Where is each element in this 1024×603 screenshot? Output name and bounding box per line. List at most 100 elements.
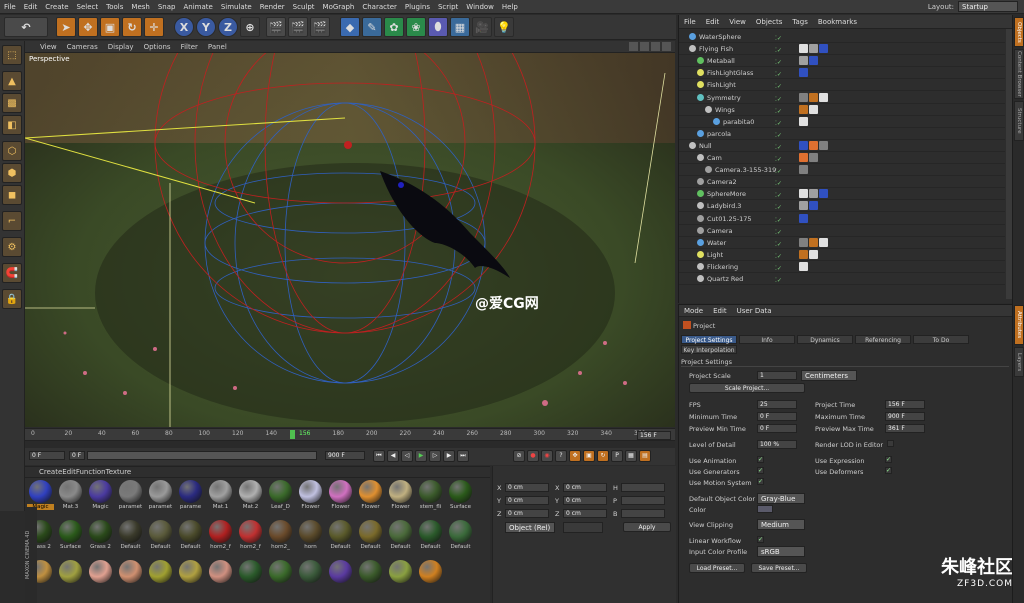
tag-icon[interactable] [799,140,808,150]
material-swatch[interactable] [237,560,264,593]
preview-max-field[interactable]: 361 F [885,424,925,433]
tag-icon[interactable] [809,104,818,114]
tag-icon[interactable] [819,92,828,102]
use-expression-checkbox[interactable]: ✓ [885,456,892,463]
visibility-flags[interactable]: ⁚✓ [775,190,787,199]
object-name[interactable]: WaterSphere [699,31,741,43]
material-swatch[interactable]: Default [357,520,384,553]
object-menu-bookmarks[interactable]: Bookmarks [813,18,862,26]
rot-b-field[interactable] [621,509,665,518]
tag-icon[interactable] [809,92,818,102]
menu-character[interactable]: Character [358,3,401,11]
object-row[interactable]: Camera2 ⁚✓ [679,176,1005,189]
tag-icon[interactable] [799,237,808,247]
rot-p-field[interactable] [621,496,665,505]
tweak-mode-icon[interactable]: ⚙ [2,237,22,257]
material-swatch[interactable]: Default [147,520,174,553]
visibility-flags[interactable]: ⁚✓ [775,202,787,211]
material-swatch[interactable] [57,560,84,593]
object-row[interactable]: Null ⁚✓ [679,140,1005,152]
polygons-mode-icon[interactable]: ◼ [2,185,22,205]
visibility-flags[interactable]: ⁚✓ [775,69,787,78]
visibility-flags[interactable]: ⁚✓ [775,81,787,90]
object-row[interactable]: WaterSphere ⁚✓ [679,31,1005,43]
object-row[interactable]: Cut01.25-175 ⁚✓ [679,213,1005,225]
axis-y-button[interactable]: Y [196,17,216,37]
tag-icon[interactable] [819,237,828,247]
tag-icon[interactable] [819,140,828,150]
material-swatch[interactable]: horn2_f [207,520,234,553]
material-swatch[interactable]: Mat.1 [207,480,234,513]
tag-icon[interactable] [799,92,808,102]
render-view-icon[interactable]: 🎬 [266,17,286,37]
tab-layers-vertical[interactable]: Layers [1014,347,1024,377]
attribute-menu-mode[interactable]: Mode [679,307,708,315]
tag-icon[interactable] [799,44,808,54]
material-swatch[interactable]: paramet [117,480,144,513]
size-x-field[interactable]: 0 cm [563,483,607,492]
spline-pen-icon[interactable]: ✎ [362,17,382,37]
object-row[interactable]: FishLight ⁚✓ [679,79,1005,92]
viewport-menu-cameras[interactable]: Cameras [62,43,103,51]
object-row[interactable]: Camera.3-155-319 ⁚✓ [679,164,1005,177]
project-time-field[interactable]: 156 F [885,400,925,409]
deformer-icon[interactable]: ⬮ [428,17,448,37]
rot-h-field[interactable] [621,483,665,492]
edges-mode-icon[interactable]: ⬢ [2,163,22,183]
lod-field[interactable]: 100 % [757,440,797,449]
make-editable-icon[interactable]: ⬚ [2,45,22,65]
key-scale-icon[interactable]: ▣ [583,450,595,462]
render-lod-checkbox[interactable] [887,440,894,447]
material-swatch[interactable]: parame [177,480,204,513]
material-swatch[interactable]: Default [447,520,474,553]
scale-tool-icon[interactable]: ▣ [100,17,120,37]
tag-icon[interactable] [809,237,818,247]
material-swatch[interactable] [357,560,384,593]
project-scale-unit[interactable]: Centimeters [801,370,857,381]
visibility-flags[interactable]: ⁚✓ [775,142,787,151]
tag-icon[interactable] [799,116,808,126]
visibility-flags[interactable]: ⁚✓ [775,33,787,42]
motion-path-icon[interactable]: ⊘ [513,450,525,462]
tag-icon[interactable] [809,140,818,150]
object-row[interactable]: Flickering ⁚✓ [679,261,1005,273]
object-name[interactable]: Flickering [707,261,738,273]
material-swatch[interactable] [207,560,234,593]
material-menu-create[interactable]: Create [39,468,62,476]
tag-icon[interactable] [809,56,818,66]
object-row[interactable]: Light ⁚✓ [679,249,1005,261]
move-tool-icon[interactable]: ✥ [78,17,98,37]
tag-icon[interactable] [799,68,808,78]
viewport-menu-filter[interactable]: Filter [176,43,203,51]
menu-select[interactable]: Select [73,3,103,11]
tag-icon[interactable] [809,189,818,199]
material-swatch[interactable] [417,560,444,593]
material-swatch[interactable]: Surface [57,520,84,553]
object-name[interactable]: Light [707,249,723,261]
timeline-ruler[interactable]: 0 20 40 60 80 100 120 140 156 180 200 220 240 260 280 3… [25,428,675,448]
tag-icon[interactable] [809,201,818,211]
material-swatch[interactable] [297,560,324,593]
tab-content-browser-vertical[interactable]: Content Browser [1014,49,1024,99]
material-menu-edit[interactable]: Edit [62,468,76,476]
material-swatch[interactable] [87,560,114,593]
max-frame-field[interactable]: 900 F [325,451,365,460]
tab-attributes-vertical[interactable]: Attributes [1014,305,1024,345]
menu-edit[interactable]: Edit [20,3,42,11]
object-name[interactable]: Water [707,237,726,249]
object-name[interactable]: Metaball [707,55,735,67]
object-name[interactable]: Camera.3-155-319 [715,164,776,176]
material-swatch[interactable] [147,560,174,593]
menu-render[interactable]: Render [256,3,289,11]
object-menu-file[interactable]: File [679,18,701,26]
color-swatch[interactable] [757,505,773,513]
visibility-flags[interactable]: ⁚✓ [775,118,787,127]
object-name[interactable]: SphereMore [707,188,746,200]
go-start-icon[interactable]: ⏮ [373,450,385,462]
tag-icon[interactable] [799,104,808,114]
tag-icon[interactable] [799,213,808,223]
current-frame-field[interactable]: 156 F [637,431,671,440]
object-row[interactable]: Quartz Red ⁚✓ [679,273,1005,285]
start-frame-field[interactable]: 0 F [29,451,65,460]
object-name[interactable]: Cam [707,152,722,164]
